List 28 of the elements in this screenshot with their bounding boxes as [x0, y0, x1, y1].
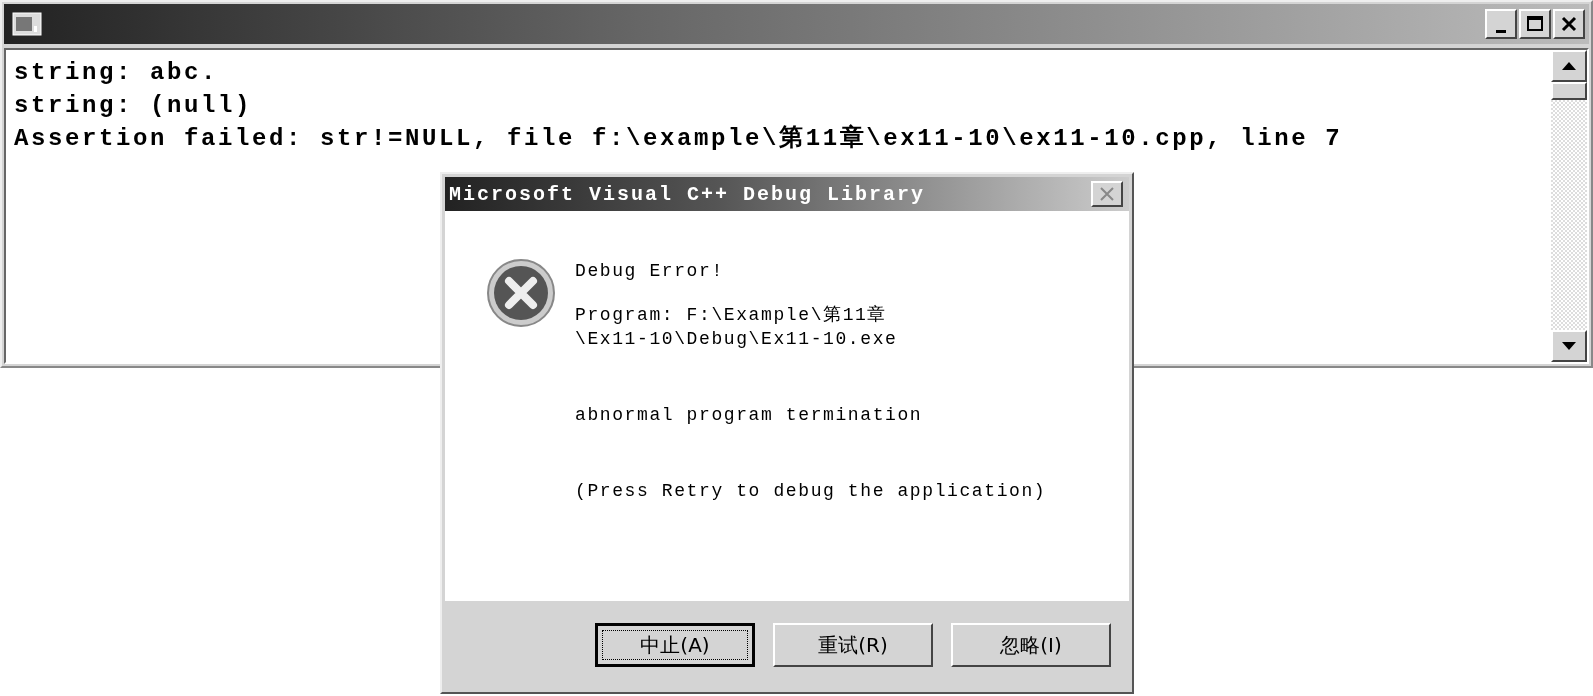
vertical-scrollbar[interactable]: [1551, 50, 1587, 362]
program-path: Program: F:\Example\第11章: [575, 304, 889, 327]
program-path: \Ex11-10\Debug\Ex11-10.exe: [575, 328, 899, 351]
close-icon: [1099, 186, 1115, 202]
maximize-icon: [1526, 15, 1544, 33]
console-icon: [12, 12, 42, 36]
scroll-down-button[interactable]: [1551, 330, 1587, 362]
up-arrow-icon: [1562, 62, 1576, 70]
scroll-thumb[interactable]: [1551, 82, 1587, 100]
error-message: abnormal program termination: [575, 404, 924, 427]
console-output-line: string: (null): [14, 91, 254, 121]
dialog-button[interactable]: 中止(A): [595, 623, 755, 667]
scroll-up-button[interactable]: [1551, 50, 1587, 82]
close-icon: [1561, 16, 1577, 32]
error-icon: [487, 259, 555, 327]
close-button[interactable]: [1091, 181, 1123, 207]
dialog-button[interactable]: 忽略(I): [951, 623, 1111, 667]
console-output-line: string: abc.: [14, 58, 220, 88]
dialog-title: Microsoft Visual C++ Debug Library: [449, 182, 926, 206]
dialog-button[interactable]: 重试(R): [773, 623, 933, 667]
retry-hint: (Press Retry to debug the application): [575, 480, 1047, 503]
error-heading: Debug Error!: [575, 260, 725, 283]
maximize-button[interactable]: [1519, 9, 1551, 39]
minimize-icon: [1496, 29, 1506, 33]
close-button[interactable]: [1553, 9, 1585, 39]
minimize-button[interactable]: [1485, 9, 1517, 39]
console-output-line: Assertion failed: str!=NULL, file f:\example\第11章\ex11-10\ex11-10.cpp, line 7: [14, 123, 1344, 154]
down-arrow-icon: [1562, 342, 1576, 350]
